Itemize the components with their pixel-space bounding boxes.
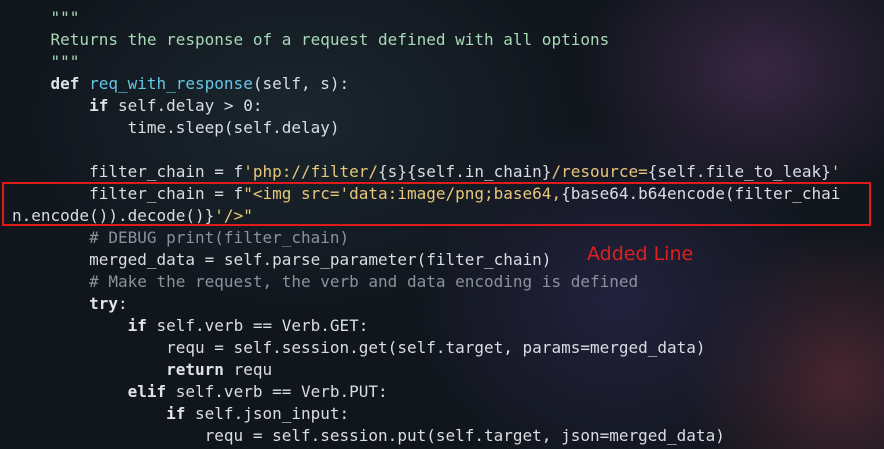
code-token: Returns the response of a request define… (50, 30, 610, 49)
code-token: {s}{self.in_chain} (378, 162, 552, 181)
code-line: """ (12, 51, 80, 73)
code-line: requ = self.session.put(self.target, jso… (12, 425, 725, 447)
code-line: Returns the response of a request define… (12, 29, 610, 51)
code-line: def req_with_response(self, s): (12, 73, 350, 95)
code-token: try (89, 294, 118, 313)
code-token: requ (233, 360, 273, 379)
code-token: def (50, 74, 90, 93)
code-line: if self.verb == Verb.GET: (12, 315, 369, 337)
code-token: (self, s): (252, 74, 350, 93)
code-line: if self.delay > 0: (12, 95, 262, 117)
code-token: merged_data = self.parse_parameter(filte… (89, 250, 552, 269)
code-token: self.delay > 0: (117, 96, 263, 115)
code-line: elif self.verb == Verb.PUT: (12, 381, 388, 403)
code-line: if self.json_input: (12, 403, 349, 425)
code-token: self.verb == Verb.PUT: (175, 382, 388, 401)
code-token: if (166, 404, 196, 423)
code-token: self.json_input: (195, 404, 350, 423)
code-token: elif (127, 382, 176, 401)
code-line: time.sleep(self.delay) (12, 117, 340, 139)
code-token: # DEBUG print(filter_chain) (89, 228, 350, 247)
code-token: if (89, 96, 118, 115)
code-token: requ = self.session.get(self.target, par… (166, 338, 706, 357)
code-token: # Make the request, the verb and data en… (89, 272, 639, 291)
code-token: 'php://filter/ (243, 162, 379, 181)
code-line: merged_data = self.parse_parameter(filte… (12, 249, 551, 271)
added-line-annotation: Added Line (587, 243, 694, 265)
code-line: try: (12, 293, 128, 315)
code-line: # DEBUG print(filter_chain) (12, 227, 349, 249)
code-line: filter_chain = f'php://filter/{s}{self.i… (12, 161, 840, 183)
code-token: /resource= (551, 162, 648, 181)
code-token: return (166, 360, 234, 379)
code-token: {self.file_to_leak} (647, 162, 831, 181)
code-line: # Make the request, the verb and data en… (12, 271, 638, 293)
code-line: requ = self.session.get(self.target, par… (12, 337, 706, 359)
code-token: ' (830, 162, 841, 181)
code-token: if (127, 316, 157, 335)
code-token: : (117, 294, 128, 313)
code-token: requ = self.session.put(self.target, jso… (204, 426, 725, 445)
code-token: req_with_response (89, 74, 253, 93)
code-line: return requ (12, 359, 272, 381)
code-token: self.verb == Verb.GET: (156, 316, 369, 335)
code-token: filter_chain = f (89, 162, 244, 181)
code-token: """ (50, 52, 80, 71)
code-token: """ (50, 8, 80, 27)
added-line-highlight-box (2, 182, 871, 226)
code-token: time.sleep(self.delay) (127, 118, 340, 137)
code-line: """ (12, 7, 80, 29)
